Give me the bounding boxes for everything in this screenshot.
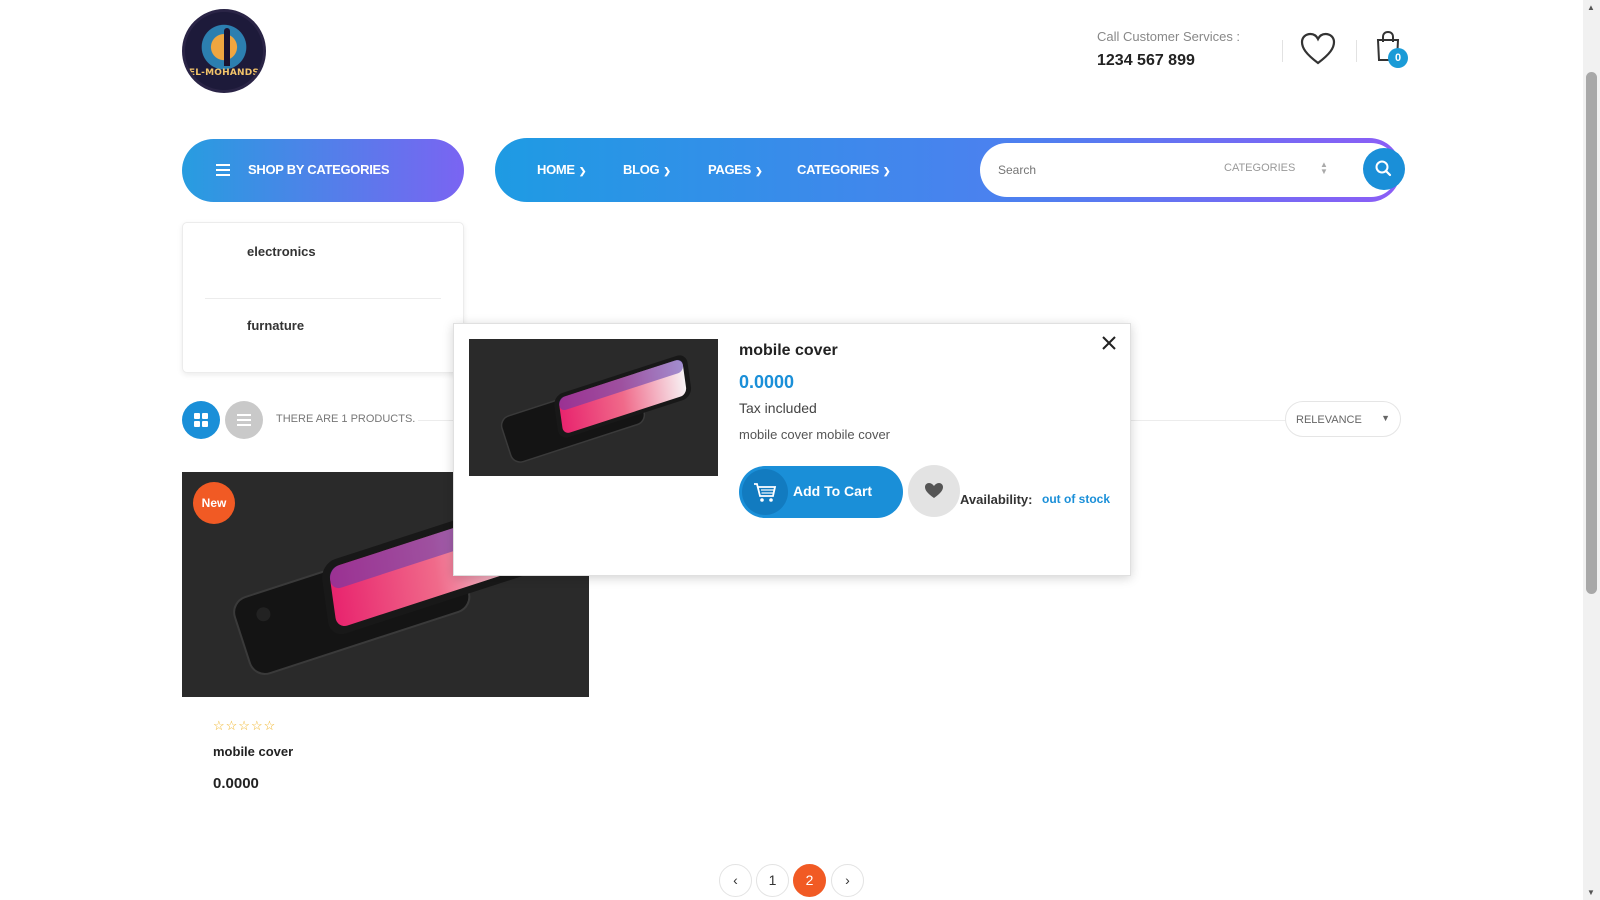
- nav-categories-label: CATEGORIES: [797, 162, 879, 177]
- category-dropdown: electronics furnature: [182, 222, 464, 373]
- nav-home[interactable]: HOME ❯: [537, 162, 586, 177]
- logo-text: EL-MOHANDS: [188, 68, 260, 78]
- site-logo[interactable]: EL-MOHANDS: [182, 9, 266, 93]
- pagination-next[interactable]: ›: [831, 864, 864, 897]
- pagination-page-2[interactable]: 2: [793, 864, 826, 897]
- new-badge: New: [193, 482, 235, 524]
- chevron-down-icon: ❯: [883, 166, 891, 176]
- search-icon: [1375, 160, 1392, 177]
- add-to-wishlist-button[interactable]: [908, 465, 960, 517]
- sort-select[interactable]: RELEVANCE ▼: [1285, 401, 1401, 437]
- wishlist-button[interactable]: [1300, 32, 1336, 66]
- nav-blog[interactable]: BLOG ❯: [623, 162, 671, 177]
- hamburger-icon: [216, 164, 230, 176]
- heart-icon: [925, 483, 943, 498]
- phone-product-photo: [469, 339, 718, 476]
- close-icon: [1102, 336, 1116, 350]
- cart-icon: [754, 483, 777, 502]
- nav-home-label: HOME: [537, 162, 575, 177]
- rating-stars: ☆☆☆☆☆: [213, 718, 277, 733]
- chevron-down-icon: ❯: [755, 166, 763, 176]
- quick-view-description: mobile cover mobile cover: [739, 427, 891, 442]
- search-category-select[interactable]: CATEGORIES: [1224, 162, 1295, 174]
- search-box: CATEGORIES ▲▼: [980, 143, 1398, 197]
- header-divider: [1356, 40, 1357, 62]
- search-input[interactable]: [998, 159, 1198, 181]
- caret-down-icon: ▼: [1381, 413, 1390, 423]
- heart-outline-icon: [1300, 32, 1336, 65]
- chevron-right-icon: ›: [845, 872, 850, 888]
- category-item-electronics[interactable]: electronics: [247, 244, 316, 259]
- product-name[interactable]: mobile cover: [213, 744, 293, 759]
- nav-pages[interactable]: PAGES ❯: [708, 162, 763, 177]
- call-service-label: Call Customer Services :: [1097, 29, 1241, 44]
- category-item-furnature[interactable]: furnature: [247, 318, 304, 333]
- grid-view-button[interactable]: [182, 401, 220, 439]
- select-arrows-icon: ▲ ▼: [1320, 160, 1328, 176]
- quick-view-modal: mobile cover 0.0000 Tax included mobile …: [453, 323, 1131, 576]
- quick-view-price: 0.0000: [739, 372, 795, 392]
- pagination-prev[interactable]: ‹: [719, 864, 752, 897]
- scrollbar-thumb[interactable]: [1586, 72, 1597, 594]
- quick-view-title: mobile cover: [739, 342, 838, 359]
- search-button[interactable]: [1363, 148, 1405, 190]
- cart-icon-wrap: [742, 469, 788, 515]
- list-icon: [237, 414, 251, 426]
- logo-tower-graphic: [224, 28, 230, 66]
- quick-view-tax-note: Tax included: [739, 400, 817, 416]
- chevron-down-icon: ❯: [663, 166, 671, 176]
- nav-categories[interactable]: CATEGORIES ❯: [797, 162, 891, 177]
- grid-icon: [194, 413, 208, 427]
- nav-blog-label: BLOG: [623, 162, 660, 177]
- shop-by-categories-label: SHOP BY CATEGORIES: [248, 162, 390, 177]
- product-count-text: THERE ARE 1 PRODUCTS.: [276, 413, 416, 425]
- add-to-cart-label: Add To Cart: [793, 483, 873, 499]
- scroll-up-arrow-icon[interactable]: ▲: [1587, 3, 1595, 12]
- pagination-page-1[interactable]: 1: [756, 864, 789, 897]
- product-price: 0.0000: [213, 775, 259, 792]
- call-service-number: 1234 567 899: [1097, 52, 1195, 69]
- availability-value: out of stock: [1042, 492, 1110, 506]
- header-divider: [1282, 40, 1283, 62]
- nav-pages-label: PAGES: [708, 162, 752, 177]
- chevron-down-icon: ❯: [578, 166, 587, 176]
- chevron-left-icon: ‹: [733, 872, 738, 888]
- page-scrollbar[interactable]: ▲ ▼: [1583, 0, 1600, 900]
- list-view-button[interactable]: [225, 401, 263, 439]
- availability-label: Availability:: [960, 492, 1033, 507]
- add-to-cart-button[interactable]: Add To Cart: [739, 466, 903, 518]
- cart-count-badge: 0: [1388, 48, 1408, 68]
- scroll-down-arrow-icon[interactable]: ▼: [1587, 888, 1595, 897]
- shop-by-categories-button[interactable]: SHOP BY CATEGORIES: [182, 139, 464, 202]
- close-button[interactable]: [1098, 332, 1120, 354]
- sort-label: RELEVANCE: [1296, 414, 1362, 426]
- quick-view-image: [469, 339, 718, 476]
- divider: [205, 298, 441, 299]
- main-navigation: HOME❯ BLOG❯ PAGES❯ CATEGORIES❯ CATEGORIE…: [495, 138, 1405, 202]
